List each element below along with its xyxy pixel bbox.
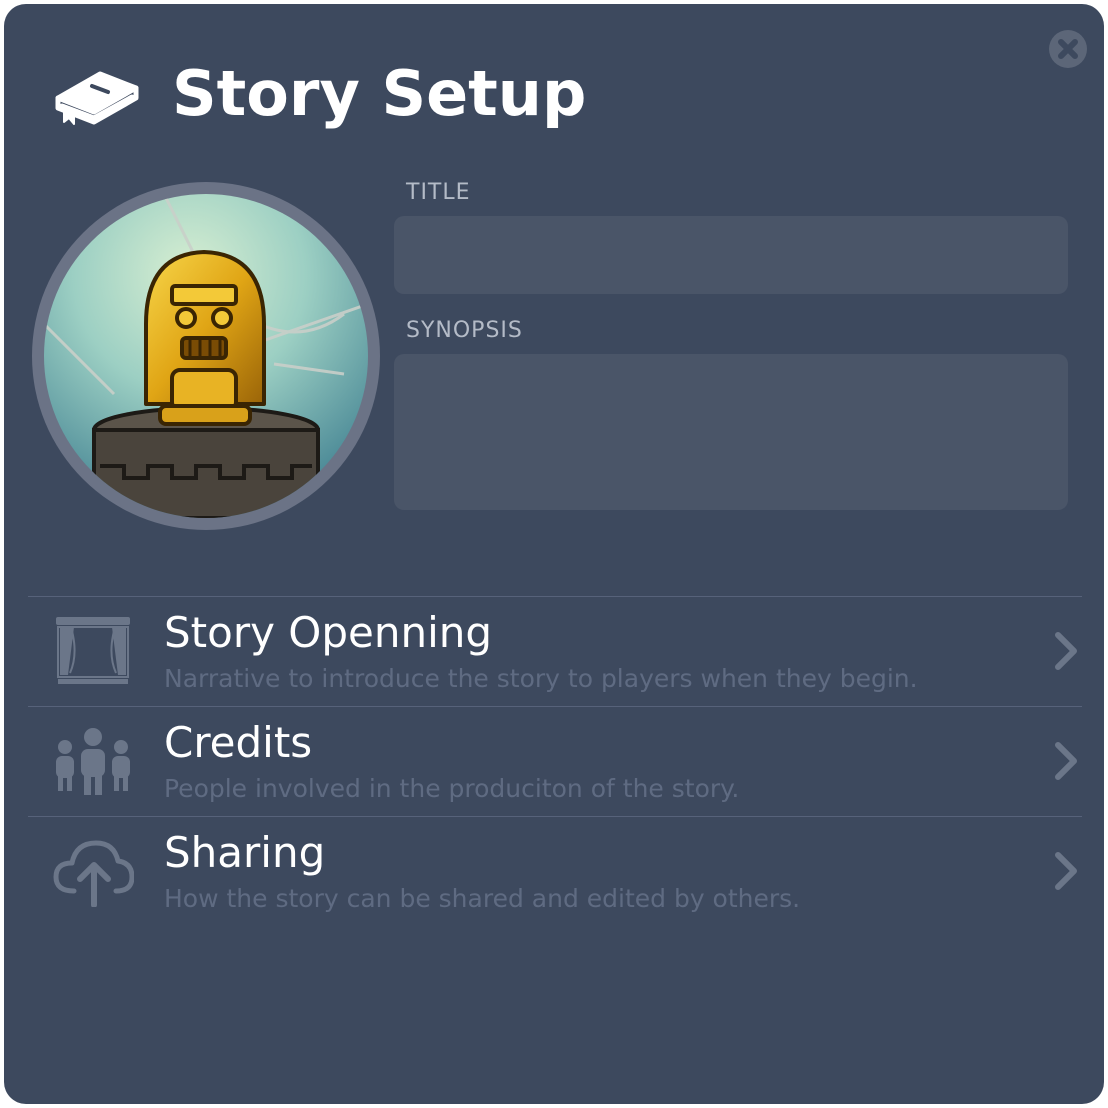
menu-item-title: Sharing (164, 828, 326, 877)
chevron-right-icon (1055, 852, 1077, 890)
menu-item-title: Story Openning (164, 608, 493, 657)
close-icon (1058, 39, 1078, 59)
title-input[interactable] (394, 216, 1068, 294)
synopsis-label: SYNOPSIS (406, 318, 523, 343)
menu-item-sharing[interactable]: Sharing How the story can be shared and … (28, 817, 1082, 925)
menu-item-description: Narrative to introduce the story to play… (164, 664, 918, 693)
synopsis-textarea[interactable] (394, 354, 1068, 510)
book-icon (55, 71, 139, 125)
theater-stage-icon (56, 617, 130, 684)
dialog-title: Story Setup (172, 57, 587, 130)
menu-item-story-opening[interactable]: Story Openning Narrative to introduce th… (28, 597, 1082, 705)
golden-idol-illustration (44, 194, 368, 518)
menu-item-credits[interactable]: Credits People involved in the producito… (28, 707, 1082, 815)
menu-item-title: Credits (164, 718, 313, 767)
menu-item-description: How the story can be shared and edited b… (164, 884, 801, 913)
close-button[interactable] (1049, 30, 1087, 68)
chevron-right-icon (1055, 742, 1077, 780)
story-setup-dialog: Story Setup TITLE SYNOPSIS Story Opennin… (4, 4, 1104, 1104)
menu-item-description: People involved in the produciton of the… (164, 774, 740, 803)
cloud-upload-icon (53, 840, 134, 907)
story-cover-image[interactable] (32, 182, 380, 530)
title-label: TITLE (406, 180, 471, 205)
people-group-icon (56, 728, 130, 795)
chevron-right-icon (1055, 632, 1077, 670)
